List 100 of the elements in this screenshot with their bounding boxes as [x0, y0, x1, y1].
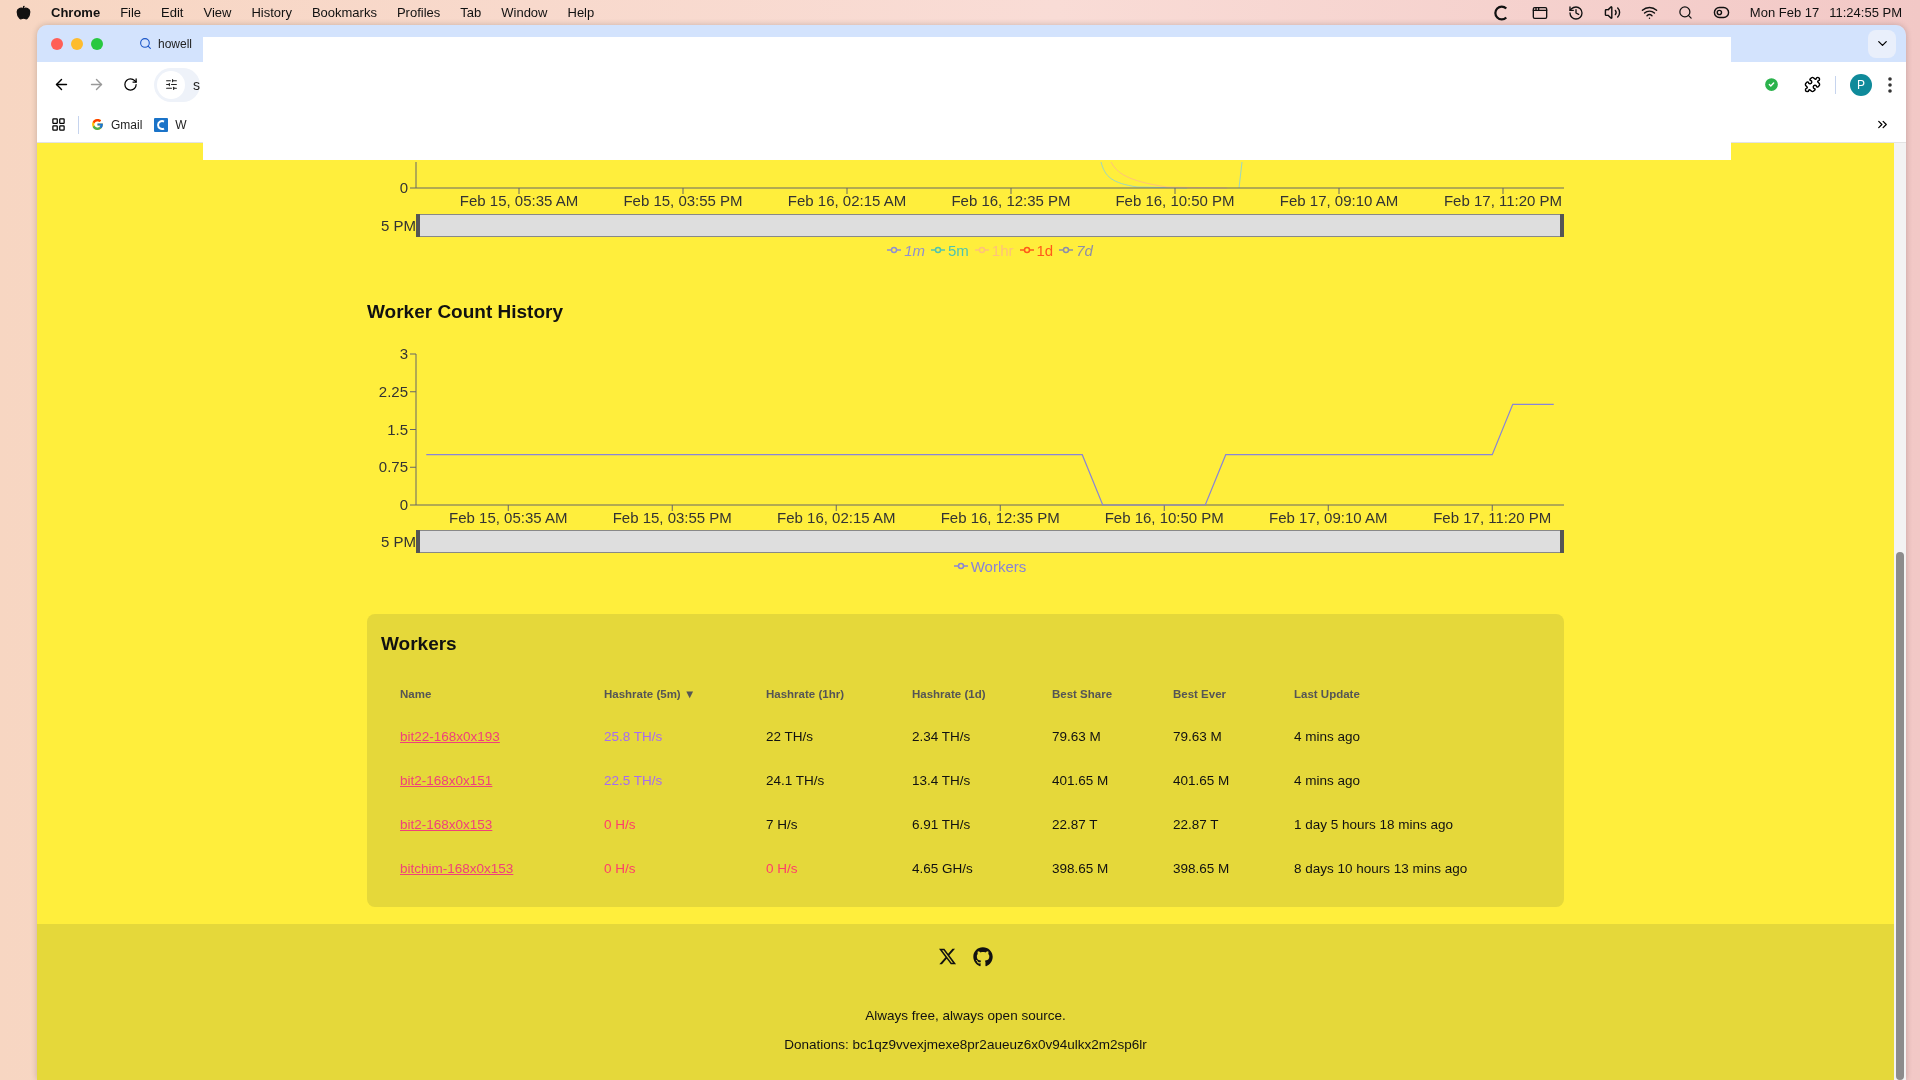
menu-item[interactable]: File [120, 5, 142, 20]
reload-icon [123, 77, 138, 92]
table-cell-text: 24.1 TH/s [766, 772, 825, 790]
tick-label: Feb 15, 05:35 AM [459, 192, 579, 209]
bookmark[interactable]: Gmail [91, 117, 143, 132]
card-title: Workers [381, 632, 458, 656]
speaker-icon[interactable] [1603, 4, 1621, 21]
reload-button[interactable] [121, 75, 140, 94]
tick-label: 3 [399, 345, 408, 362]
menu-item[interactable]: View [203, 5, 232, 20]
browser-tab[interactable]: howell [139, 36, 193, 51]
footer-tagline: Always free, always open source. [865, 1007, 1066, 1025]
tick-label: Feb 16, 12:35 PM [940, 509, 1060, 526]
menu-item[interactable]: Window [501, 5, 548, 20]
wifi-icon[interactable] [1640, 4, 1658, 21]
table-cell-text: 2.34 TH/s [912, 728, 971, 746]
legend-item[interactable]: Workers [953, 557, 1027, 575]
tick-label: 0 [399, 179, 408, 196]
table-cell-text: 398.65 M [1173, 860, 1230, 878]
extensions-icon[interactable] [1804, 76, 1821, 93]
toggle-icon[interactable] [1712, 4, 1730, 21]
search-icon [139, 37, 152, 50]
tick-label: Feb 16, 10:50 PM [1104, 509, 1224, 526]
bookmark[interactable]: W [154, 117, 187, 132]
table-cell-text: 7 H/s [766, 816, 798, 834]
range-brush[interactable] [416, 530, 1564, 553]
tick-label: 1.5 [387, 420, 408, 438]
brush-handle[interactable] [416, 530, 420, 553]
table-cell-text: 13.4 TH/s [912, 772, 971, 790]
column-header[interactable]: Hashrate (1hr) [766, 684, 912, 704]
profile-button[interactable]: P [1850, 73, 1872, 96]
table-cell-text: 79.63 M [1052, 728, 1101, 746]
address-text: s [193, 76, 200, 93]
menu-item[interactable]: History [251, 5, 292, 20]
sliders-icon [164, 78, 178, 91]
y-axis [409, 161, 417, 189]
apps-icon[interactable] [51, 117, 66, 132]
table-cell-text: 401.65 M [1052, 772, 1109, 790]
tick-label: Feb 15, 05:35 AM [449, 509, 568, 526]
address-bar[interactable]: s [154, 67, 200, 102]
column-header[interactable]: Best Share [1052, 684, 1173, 704]
github-icon[interactable] [973, 947, 993, 967]
back-arrow-icon [53, 76, 70, 93]
tab-title: howell [158, 36, 193, 51]
table-cell-text: 22.87 T [1173, 816, 1219, 834]
table-cell-text: 4 mins ago [1294, 772, 1361, 790]
legend-item[interactable]: 1d [1019, 241, 1054, 259]
donation-address: Donations: bc1qz9vvexjmexe8pr2aueuz6x0v94ulkx2m2sp6lr [784, 1036, 1147, 1054]
menu-item[interactable]: Help [567, 5, 595, 20]
site-settings-button[interactable] [157, 70, 185, 99]
tick-label: Feb 15, 03:55 PM [623, 192, 743, 209]
brush-handle[interactable] [1560, 214, 1564, 237]
tick-label: Feb 17, 09:10 AM [1269, 509, 1388, 526]
menu-item[interactable]: Bookmarks [311, 5, 377, 20]
table-cell-text: 401.65 M [1173, 772, 1230, 790]
range-brush[interactable] [416, 214, 1564, 237]
table-cell-text: 398.65 M [1052, 860, 1109, 878]
search-icon[interactable] [1677, 5, 1693, 20]
clock-icon[interactable] [1567, 4, 1584, 21]
column-header[interactable]: Best Ever [1173, 684, 1294, 704]
x-icon[interactable] [938, 947, 957, 967]
window-icon[interactable] [1531, 4, 1548, 21]
column-header[interactable]: Hashrate (5m) ▼ [604, 684, 766, 704]
tick-label: Feb 17, 11:20 PM [1443, 192, 1563, 209]
tick-label: Feb 16, 02:15 AM [787, 192, 907, 209]
column-header[interactable]: Last Update [1294, 684, 1548, 704]
apple-icon[interactable] [16, 5, 31, 20]
table-cell-text: 22 TH/s [766, 728, 814, 746]
table-cell-text: 25.8 TH/s [604, 728, 663, 746]
table-cell-text: 22.87 T [1052, 816, 1098, 834]
brush-handle[interactable] [416, 214, 420, 237]
menu-item[interactable]: Tab [460, 5, 482, 20]
brush-handle[interactable] [1560, 530, 1564, 553]
table-cell-text: 22.5 TH/s [604, 772, 663, 790]
tick-label: Feb 16, 12:35 PM [951, 192, 1071, 209]
tick-label: 0.75 [378, 458, 408, 476]
tick-label: Feb 16, 10:50 PM [1115, 192, 1235, 209]
table-cell-text: 79.63 M [1173, 728, 1222, 746]
menu-icon [1888, 76, 1892, 93]
tick-label: Feb 16, 02:15 AM [777, 509, 896, 526]
menu-item[interactable]: Profiles [396, 5, 441, 20]
check-icon[interactable] [1763, 76, 1780, 93]
tick-label: Feb 17, 09:10 AM [1279, 192, 1399, 209]
menu-button[interactable] [1886, 74, 1894, 95]
menu-item[interactable]: Chrome [51, 5, 101, 20]
column-header[interactable]: Name [400, 684, 604, 704]
chart-title: Worker Count History [367, 300, 564, 324]
tick-label: 0 [399, 496, 408, 513]
menu-item[interactable]: Edit [161, 5, 184, 20]
legend-item[interactable]: 7d [1059, 241, 1093, 259]
table-cell-text: 8 days 10 hours 13 mins ago [1294, 860, 1468, 878]
google-icon [91, 118, 104, 131]
site-icon [154, 117, 169, 132]
scrollbar-thumb[interactable] [1896, 552, 1904, 1080]
table-cell-text: 1 day 5 hours 18 mins ago [1294, 816, 1454, 834]
menu-time: 11:24:55 PM [1829, 5, 1902, 20]
tick-label: 2.25 [378, 382, 408, 400]
tick-label: Feb 15, 03:55 PM [612, 509, 732, 526]
column-header[interactable]: Hashrate (1d) [912, 684, 1052, 704]
table-cell-text: 4 mins ago [1294, 728, 1361, 746]
